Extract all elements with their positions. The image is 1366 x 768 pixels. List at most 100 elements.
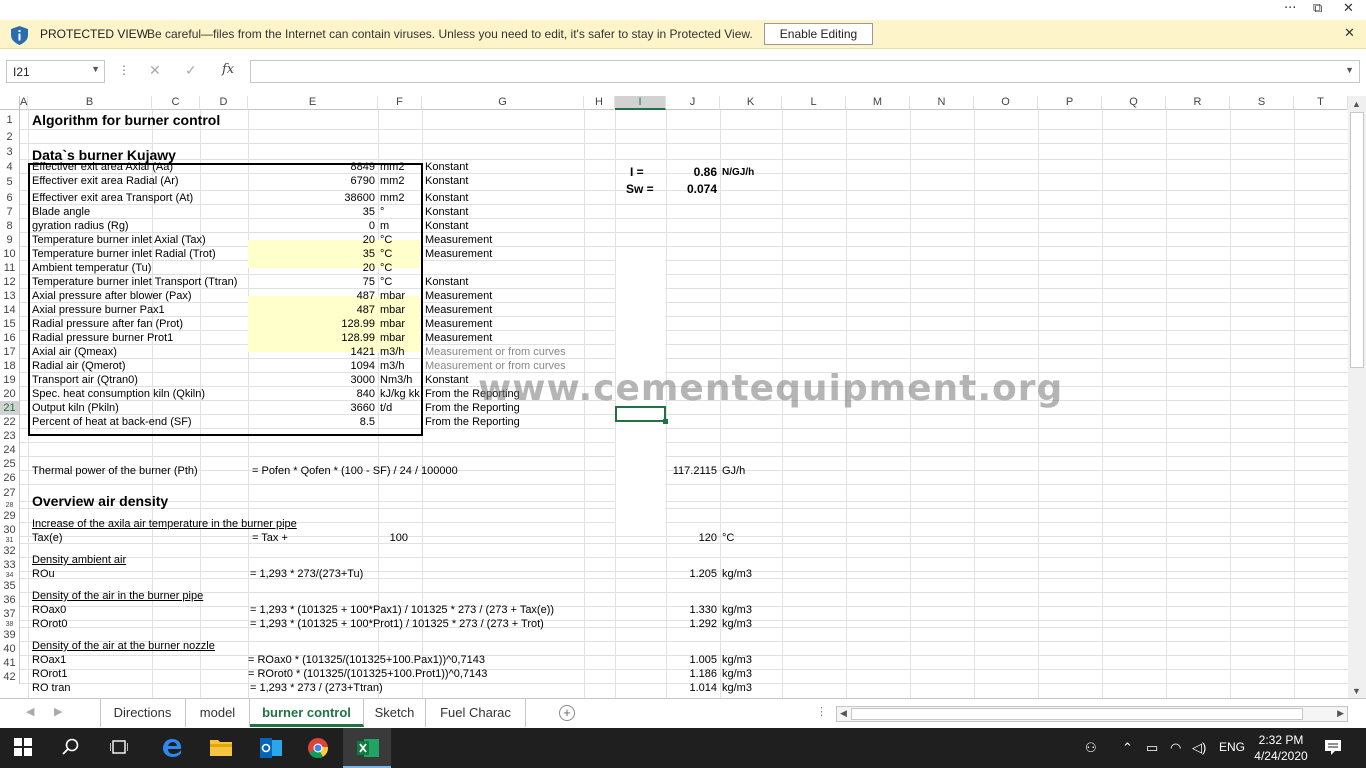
volume-icon[interactable]: ◁) xyxy=(1192,740,1206,756)
col-header-h[interactable]: H xyxy=(584,96,615,110)
row-header[interactable]: 3 xyxy=(0,144,20,160)
row-header[interactable]: 37 xyxy=(0,607,20,621)
row-header[interactable]: 15 xyxy=(0,317,20,331)
task-view-button[interactable] xyxy=(96,728,144,768)
expand-formula-icon[interactable]: ▼ xyxy=(1345,65,1354,75)
row-header[interactable]: 5 xyxy=(0,174,20,191)
row-header[interactable]: 24 xyxy=(0,443,20,457)
row-header[interactable]: 14 xyxy=(0,303,20,317)
row-header[interactable]: 13 xyxy=(0,289,20,303)
search-button[interactable] xyxy=(48,728,96,768)
tab-burner-control[interactable]: burner control xyxy=(250,699,364,727)
col-header-a[interactable]: A xyxy=(20,96,28,110)
enter-icon[interactable]: ✓ xyxy=(185,62,197,79)
col-header-b[interactable]: B xyxy=(28,96,152,110)
col-header-q[interactable]: Q xyxy=(1102,96,1166,110)
col-header-e[interactable]: E xyxy=(248,96,378,110)
formula-input[interactable]: ▼ xyxy=(250,60,1360,83)
close-window-icon[interactable]: ✕ xyxy=(1343,1,1354,16)
row-header[interactable]: 19 xyxy=(0,373,20,387)
edge-button[interactable] xyxy=(148,728,196,768)
row-header[interactable]: 17 xyxy=(0,345,20,359)
col-header-c[interactable]: C xyxy=(152,96,200,110)
col-header-m[interactable]: M xyxy=(846,96,910,110)
people-icon[interactable]: ⚇ xyxy=(1085,740,1097,756)
row-header[interactable]: 42 xyxy=(0,670,20,684)
row-header[interactable]: 28 xyxy=(0,502,20,509)
scroll-left-icon[interactable]: ◀ xyxy=(840,708,847,719)
vertical-scrollbar[interactable]: ▲ ▼ xyxy=(1348,96,1366,698)
row-header[interactable]: 36 xyxy=(0,593,20,607)
row-header[interactable]: 6 xyxy=(0,191,20,205)
row-header[interactable]: 33 xyxy=(0,558,20,572)
language-indicator[interactable]: ENG xyxy=(1219,740,1245,754)
col-header-o[interactable]: O xyxy=(974,96,1038,110)
row-header[interactable]: 39 xyxy=(0,628,20,642)
row-header[interactable]: 12 xyxy=(0,275,20,289)
row-header[interactable]: 38 xyxy=(0,621,20,628)
col-header-g[interactable]: G xyxy=(422,96,584,110)
row-header[interactable]: 34 xyxy=(0,572,20,579)
tab-directions[interactable]: Directions xyxy=(100,699,186,727)
row-header[interactable]: 2 xyxy=(0,130,20,144)
row-header[interactable]: 4 xyxy=(0,160,20,174)
chevron-down-icon[interactable]: ▼ xyxy=(91,64,100,74)
col-header-s[interactable]: S xyxy=(1230,96,1294,110)
scroll-down-icon[interactable]: ▼ xyxy=(1352,686,1361,696)
row-header[interactable]: 22 xyxy=(0,415,20,429)
restore-icon[interactable]: ⧉ xyxy=(1313,1,1322,16)
tab-sketch[interactable]: Sketch xyxy=(364,699,426,727)
col-header-j[interactable]: J xyxy=(666,96,720,110)
row-header[interactable]: 9 xyxy=(0,233,20,247)
scroll-up-icon[interactable]: ▲ xyxy=(1352,99,1361,109)
col-header-n[interactable]: N xyxy=(910,96,974,110)
name-box[interactable]: I21 ▼ xyxy=(6,60,105,83)
select-all-corner[interactable] xyxy=(0,96,20,110)
col-header-k[interactable]: K xyxy=(720,96,782,110)
row-header[interactable]: 31 xyxy=(0,537,20,544)
scrollbar-thumb[interactable] xyxy=(1350,112,1364,368)
row-header[interactable]: 35 xyxy=(0,579,20,593)
col-header-f[interactable]: F xyxy=(378,96,422,110)
row-header[interactable]: 27 xyxy=(0,485,20,502)
insert-function-icon[interactable]: fx xyxy=(222,62,234,77)
row-header[interactable]: 8 xyxy=(0,219,20,233)
col-header-t[interactable]: T xyxy=(1294,96,1348,110)
row-header[interactable]: 20 xyxy=(0,387,20,401)
row-header[interactable]: 23 xyxy=(0,429,20,443)
col-header-r[interactable]: R xyxy=(1166,96,1230,110)
row-header[interactable]: 40 xyxy=(0,642,20,656)
row-header[interactable]: 7 xyxy=(0,205,20,219)
enable-editing-button[interactable]: Enable Editing xyxy=(764,23,873,45)
tab-scroll-left-icon[interactable]: ◀ xyxy=(26,705,34,718)
row-header[interactable]: 26 xyxy=(0,471,20,485)
col-header-l[interactable]: L xyxy=(782,96,846,110)
cancel-icon[interactable]: ✕ xyxy=(149,62,161,79)
scroll-right-icon[interactable]: ▶ xyxy=(1337,708,1344,719)
col-header-i[interactable]: I xyxy=(615,96,666,110)
excel-button[interactable] xyxy=(343,728,391,768)
show-hidden-icons-icon[interactable]: ⌃ xyxy=(1122,740,1133,756)
tab-scroll-right-icon[interactable]: ▶ xyxy=(54,705,62,718)
start-button[interactable] xyxy=(0,728,48,768)
tab-model[interactable]: model xyxy=(186,699,250,727)
more-options-icon[interactable]: ··· xyxy=(1284,1,1296,16)
row-header[interactable]: 21 xyxy=(0,401,20,415)
row-header[interactable]: 16 xyxy=(0,331,20,345)
col-header-p[interactable]: P xyxy=(1038,96,1102,110)
add-sheet-icon[interactable]: + xyxy=(559,705,575,721)
row-header[interactable]: 41 xyxy=(0,656,20,670)
wifi-icon[interactable]: ◠ xyxy=(1170,740,1181,756)
row-header[interactable]: 10 xyxy=(0,247,20,261)
notifications-icon[interactable] xyxy=(1325,740,1341,755)
row-header[interactable]: 18 xyxy=(0,359,20,373)
close-bar-icon[interactable]: ✕ xyxy=(1344,25,1355,41)
tab-fuel-charac[interactable]: Fuel Charac xyxy=(426,699,526,727)
outlook-button[interactable] xyxy=(246,728,294,768)
row-header[interactable]: 25 xyxy=(0,457,20,471)
clock[interactable]: 2:32 PM 4/24/2020 xyxy=(1248,732,1314,764)
row-header[interactable]: 11 xyxy=(0,261,20,275)
hscroll-thumb[interactable] xyxy=(851,708,1303,720)
chrome-button[interactable] xyxy=(294,728,342,768)
row-header[interactable]: 1 xyxy=(0,110,20,130)
